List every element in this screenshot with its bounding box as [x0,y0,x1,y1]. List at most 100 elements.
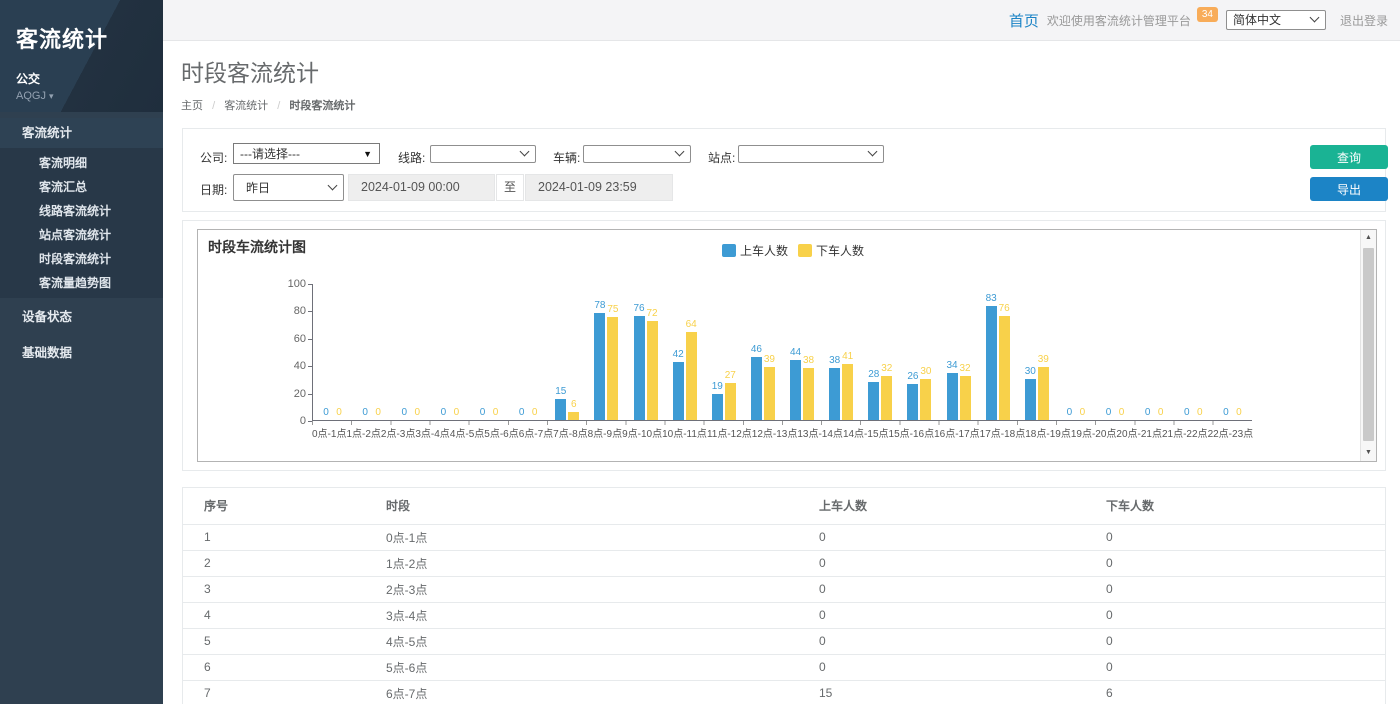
date-from-input[interactable]: 2024-01-09 00:00 [348,174,495,201]
bar-value-label: 39 [1038,354,1049,365]
bar-value-label: 0 [323,407,329,418]
bar-下车人数[interactable]: 32 [881,284,892,420]
chart-scrollbar[interactable]: ▲ ▼ [1360,230,1376,461]
bar-rect [568,412,579,420]
bar-上车人数[interactable]: 19 [712,284,723,420]
bar-下车人数[interactable]: 0 [1155,284,1166,420]
bar-上车人数[interactable]: 0 [399,284,410,420]
language-select[interactable]: 简体中文 [1226,10,1326,30]
sidebar-item-站点客流统计[interactable]: 站点客流统计 [0,223,163,247]
bar-上车人数[interactable]: 0 [1064,284,1075,420]
bar-下车人数[interactable]: 0 [1077,284,1088,420]
bar-上车人数[interactable]: 76 [634,284,645,420]
bar-上车人数[interactable]: 0 [438,284,449,420]
bar-上车人数[interactable]: 30 [1025,284,1036,420]
breadcrumb-parent[interactable]: 客流统计 [224,100,268,112]
bar-下车人数[interactable]: 0 [529,284,540,420]
table-row: 65点-6点00 [183,654,1385,680]
scrollbar-thumb[interactable] [1363,248,1374,441]
station-select[interactable] [738,145,884,163]
bar-下车人数[interactable]: 38 [803,284,814,420]
bar-下车人数[interactable]: 39 [1038,284,1049,420]
bar-上车人数[interactable]: 0 [1220,284,1231,420]
bar-下车人数[interactable]: 0 [490,284,501,420]
sidebar-section-客流统计[interactable]: 客流统计 [0,118,163,148]
bar-下车人数[interactable]: 64 [686,284,697,420]
bar-上车人数[interactable]: 38 [829,284,840,420]
sidebar-item-客流明细[interactable]: 客流明细 [0,151,163,175]
bar-上车人数[interactable]: 0 [1181,284,1192,420]
bar-group-19点-20点: 00 [1056,284,1095,420]
bar-下车人数[interactable]: 41 [842,284,853,420]
company-select[interactable]: ---请选择--- ▼ [233,143,380,164]
bar-下车人数[interactable]: 0 [1233,284,1244,420]
bar-下车人数[interactable]: 27 [725,284,736,420]
bar-上车人数[interactable]: 34 [947,284,958,420]
bar-value-label: 72 [647,308,658,319]
bar-上车人数[interactable]: 0 [321,284,332,420]
vehicle-select[interactable] [583,145,691,163]
scroll-up-icon[interactable]: ▲ [1361,230,1376,246]
bar-上车人数[interactable]: 0 [1103,284,1114,420]
x-axis-label: 17点-18点 [980,425,1026,440]
bar-rect [829,368,840,420]
bar-group-18点-19点: 3039 [1017,284,1056,420]
sidebar-section-基础数据[interactable]: 基础数据 [0,338,163,368]
col-header-alighting: 下车人数 [1085,488,1385,524]
bar-下车人数[interactable]: 0 [1116,284,1127,420]
breadcrumb-home[interactable]: 主页 [181,100,203,112]
bar-group-5点-6点: 00 [509,284,548,420]
scroll-down-icon[interactable]: ▼ [1361,445,1376,461]
bar-上车人数[interactable]: 42 [673,284,684,420]
logout-link[interactable]: 退出登录 [1340,12,1388,29]
sidebar-item-线路客流统计[interactable]: 线路客流统计 [0,199,163,223]
export-button[interactable]: 导出 [1310,177,1388,201]
bar-下车人数[interactable]: 0 [412,284,423,420]
home-link[interactable]: 首页 [1009,10,1039,31]
bar-下车人数[interactable]: 72 [647,284,658,420]
line-select[interactable] [430,145,536,163]
bar-上车人数[interactable]: 26 [907,284,918,420]
table-cell: 0 [798,654,1085,680]
bar-下车人数[interactable]: 76 [999,284,1010,420]
bar-上车人数[interactable]: 28 [868,284,879,420]
bar-value-label: 0 [1184,407,1190,418]
bar-rect [686,332,697,420]
bar-上车人数[interactable]: 0 [516,284,527,420]
bar-下车人数[interactable]: 0 [451,284,462,420]
date-to-input[interactable]: 2024-01-09 23:59 [525,174,673,201]
bar-下车人数[interactable]: 30 [920,284,931,420]
bar-上车人数[interactable]: 78 [594,284,605,420]
bar-下车人数[interactable]: 0 [334,284,345,420]
x-axis-label: 6点-7点 [519,425,553,440]
date-preset-select[interactable]: 昨日 [233,174,344,201]
bar-下车人数[interactable]: 32 [960,284,971,420]
query-button[interactable]: 查询 [1310,145,1388,169]
bar-上车人数[interactable]: 83 [986,284,997,420]
legend-item-下车人数[interactable]: 下车人数 [798,242,864,259]
sidebar-item-时段客流统计[interactable]: 时段客流统计 [0,247,163,271]
notification-badge[interactable]: 34 [1197,7,1218,22]
bar-下车人数[interactable]: 75 [607,284,618,420]
bar-下车人数[interactable]: 6 [568,284,579,420]
y-tick-label: 40 [268,360,306,372]
bar-group-17点-18点: 8376 [978,284,1017,420]
bar-value-label: 0 [1236,407,1242,418]
bar-上车人数[interactable]: 0 [1142,284,1153,420]
bar-上车人数[interactable]: 0 [477,284,488,420]
sidebar-item-客流量趋势图[interactable]: 客流量趋势图 [0,271,163,295]
bar-下车人数[interactable]: 39 [764,284,775,420]
bar-下车人数[interactable]: 0 [373,284,384,420]
legend-item-上车人数[interactable]: 上车人数 [722,242,788,259]
bar-上车人数[interactable]: 15 [555,284,566,420]
bar-下车人数[interactable]: 0 [1194,284,1205,420]
bar-上车人数[interactable]: 46 [751,284,762,420]
account-dropdown[interactable]: AQGJ ▾ [16,90,147,102]
bar-上车人数[interactable]: 44 [790,284,801,420]
bar-group-22点-23点: 00 [1174,284,1213,420]
bar-group-14点-15点: 2832 [861,284,900,420]
bar-上车人数[interactable]: 0 [360,284,371,420]
sidebar-section-设备状态[interactable]: 设备状态 [0,302,163,332]
chart-legend: 上车人数下车人数 [722,242,864,259]
sidebar-item-客流汇总[interactable]: 客流汇总 [0,175,163,199]
